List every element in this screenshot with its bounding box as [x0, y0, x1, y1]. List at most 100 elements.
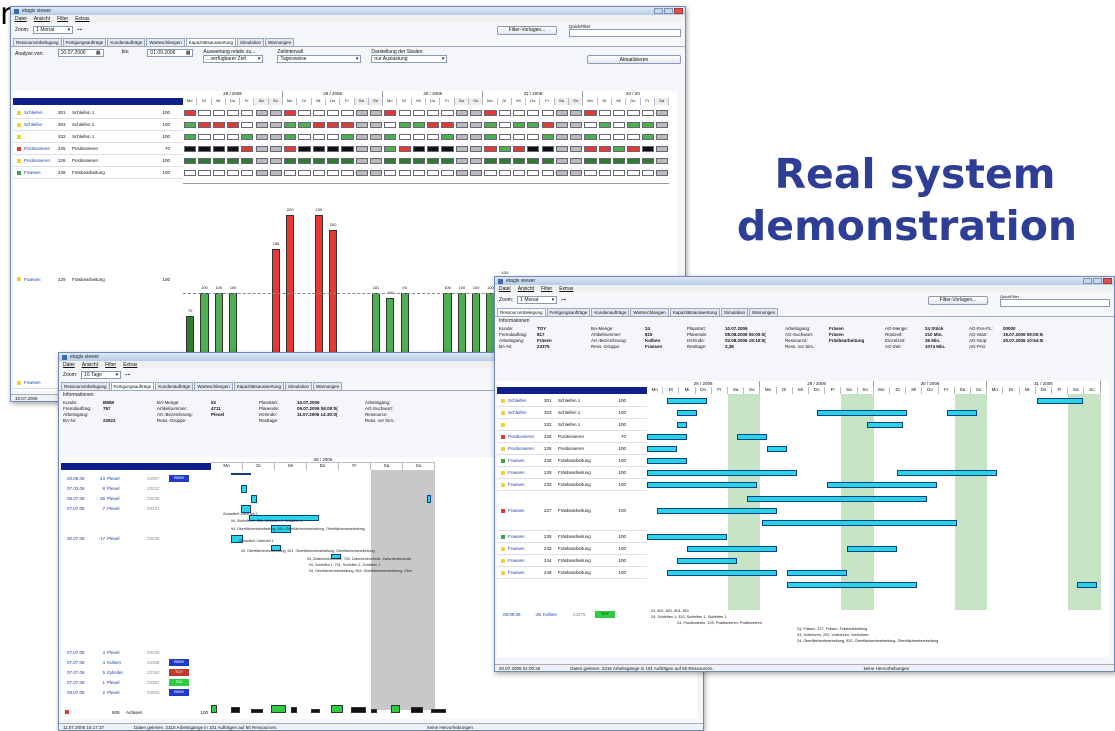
tab-warnungen[interactable]: Warnungen — [749, 308, 779, 316]
menu-extras[interactable]: Extras — [123, 362, 137, 368]
resource-row[interactable]: Fraesen 228 Fräsbearbeitung 100 — [13, 167, 183, 179]
menu-datei[interactable]: Datei — [63, 362, 75, 368]
resource-row[interactable]: Positionieren 226 Positionieren 100 — [497, 443, 647, 455]
tab-fertigungsauftraege[interactable]: Fertigungsaufträge — [62, 38, 107, 46]
link-icon[interactable]: ⊶ — [77, 27, 82, 33]
minimize-icon[interactable] — [654, 8, 663, 14]
resource-row[interactable]: Fraesen 228 Fräsbearbeitung 100 — [497, 455, 647, 467]
quickfilter-input[interactable] — [1000, 298, 1110, 307]
quickfilter-input[interactable] — [569, 28, 681, 37]
resource-row[interactable]: Fraesen 229 Fräsbearbeitung 100 — [497, 467, 647, 479]
resource-row[interactable]: Positionieren 225 Positionieren 70 — [13, 143, 183, 155]
resource-row[interactable]: Fraesen 235 Fräsbearbeitung 100 — [497, 531, 647, 543]
order-row[interactable]: 07.07.06 7 Pleuel 23241 — [61, 503, 211, 513]
maximize-icon[interactable] — [664, 8, 673, 14]
tab-simulation[interactable]: Simulation — [720, 308, 748, 316]
display-select[interactable]: nur Auslastung ▾ — [371, 55, 448, 63]
resource-row[interactable]: 332 Schleifen 1 100 — [13, 131, 183, 143]
menu-extras[interactable]: Extras — [559, 286, 573, 292]
to-date[interactable]: 01.09.2006 ▦ — [147, 49, 194, 57]
tab-fertigungsauftraege[interactable]: Fertigungsaufträge — [110, 382, 155, 390]
calendar-icon[interactable]: ▦ — [186, 50, 191, 56]
resource-row[interactable]: 509 Anfasen 100 — [61, 707, 211, 717]
menu-datei[interactable]: Datei — [15, 16, 27, 22]
order-row[interactable]: 09.09.06 -36 Kolben 23375 TOY — [497, 609, 647, 619]
order-row[interactable]: 30.07.06 -17 Pleuel 23238 — [61, 533, 211, 543]
tab-warnungen[interactable]: Warnungen — [313, 382, 343, 390]
capacity-cell — [369, 146, 383, 152]
close-icon[interactable] — [674, 8, 683, 14]
menu-extras[interactable]: Extras — [75, 16, 89, 22]
update-button[interactable]: Aktualisieren — [587, 55, 681, 64]
resource-row[interactable]: Fraesen 248 Fräsbearbeitung 100 — [497, 567, 647, 579]
tab-warteschlangen[interactable]: Warteschlangen — [194, 382, 233, 390]
zoom-select[interactable]: 1 Monat ▾ — [33, 26, 74, 34]
resource-capacity: 70 — [164, 146, 170, 151]
info-value: Fraesen — [645, 344, 663, 349]
resource-desc: Schleifen 1 — [558, 422, 581, 427]
interval-select[interactable]: Tagesweise ▾ — [277, 55, 362, 63]
maximize-icon[interactable] — [1093, 278, 1102, 284]
tab-kundenauftraege[interactable]: Kundenaufträge — [155, 382, 194, 390]
tab-kapazitaetsauswertung[interactable]: Kapazitätsauswertung — [233, 382, 284, 390]
order-row[interactable]: 07.07.06 5 Zylinder 22762 TOY — [61, 667, 211, 677]
resource-row[interactable]: 332 Schleifen 1 100 — [497, 419, 647, 431]
gantt-annotation: Zukaufteil: Lieferant 2 — [223, 512, 258, 516]
analysis-from-date[interactable]: 10.07.2006 ▦ — [57, 49, 104, 57]
order-row[interactable]: 07.07.06 1 Pleuel 23357 FAI — [61, 677, 211, 687]
order-row[interactable]: 05.07.06 38 Pleuel 23238 — [61, 493, 211, 503]
resource-row[interactable]: Positionieren 226 Positionieren 100 — [13, 155, 183, 167]
menu-datei[interactable]: Datei — [499, 286, 511, 292]
resource-row[interactable]: Fraesen 243 Fräsbearbeitung 100 — [497, 543, 647, 555]
menu-filter[interactable]: Filter — [541, 286, 552, 292]
title-bar: etagis viewer — [11, 7, 685, 15]
resource-row[interactable]: Fraesen 227 Fräsbearbeitung 100 — [497, 491, 647, 531]
close-icon[interactable] — [1103, 278, 1112, 284]
tab-kundenauftraege[interactable]: Kundenaufträge — [107, 38, 146, 46]
menu-ansicht[interactable]: Ansicht — [82, 362, 98, 368]
resource-row[interactable]: Schleifen 301 Schleifen 1 100 — [13, 107, 183, 119]
resource-row[interactable]: Fraesen 244 Fräsbearbeitung 100 — [497, 555, 647, 567]
capacity-cell — [655, 122, 669, 128]
order-row[interactable]: 07.03.06 8 Pleuel 23222 — [61, 483, 211, 493]
capacity-cell — [398, 122, 411, 128]
menu-filter[interactable]: Filter — [105, 362, 116, 368]
order-row[interactable]: 07.07.06 4 Pleuel 23225 — [61, 647, 211, 657]
tab-kundenauftraege[interactable]: Kundenaufträge — [591, 308, 630, 316]
resource-row[interactable]: Fraesen 229 Fräsbearbeitung 100 — [13, 273, 183, 285]
tab-ressourcenbelegung[interactable]: Ressourcenbelegung — [61, 382, 110, 390]
resource-row[interactable]: Positionieren 225 Positionieren 70 — [497, 431, 647, 443]
order-number: 23368 — [147, 659, 160, 665]
link-icon[interactable]: ⊶ — [561, 297, 566, 303]
calendar-icon[interactable]: ▦ — [96, 50, 101, 56]
tab-simulation[interactable]: Simulation — [284, 382, 312, 390]
menu-ansicht[interactable]: Ansicht — [518, 286, 534, 292]
filter-templates-button[interactable]: Filter-Vorlagen... — [928, 295, 988, 305]
tab-warteschlangen[interactable]: Warteschlangen — [630, 308, 669, 316]
menu-filter[interactable]: Filter — [57, 16, 68, 22]
tab-fertigungsauftraege[interactable]: Fertigungsaufträge — [546, 308, 591, 316]
filter-templates-button[interactable]: Filter-Vorlagen... — [497, 25, 557, 35]
eval-select[interactable]: ...verfügbarer Zeit ▾ — [203, 55, 264, 63]
tab-ressourcenbelegung[interactable]: Ressourcenbelegung — [497, 308, 546, 316]
link-icon[interactable]: ⊶ — [125, 372, 130, 378]
tab-simulation[interactable]: Simulation — [236, 38, 264, 46]
resource-row[interactable]: Schleifen 303 Schleifen 1 100 — [13, 119, 183, 131]
tab-kapazitaetsauswertung[interactable]: Kapazitätsauswertung — [669, 308, 720, 316]
menu-ansicht[interactable]: Ansicht — [34, 16, 50, 22]
minimize-icon[interactable] — [1083, 278, 1092, 284]
resource-row[interactable]: Schleifen 301 Schleifen 1 100 — [497, 395, 647, 407]
order-row[interactable]: 20.05.06 43 Pleuel 23097 BMW — [61, 473, 211, 483]
tab-kapazitaetsauswertung[interactable]: Kapazitätsauswertung — [185, 38, 236, 46]
resource-row[interactable]: Schleifen 303 Schleifen 1 100 — [497, 407, 647, 419]
zoom-select[interactable]: 16 Tage ▾ — [81, 371, 122, 379]
order-row[interactable]: 07.07.06 4 Kolben 23368 BMW — [61, 657, 211, 667]
capacity-cell — [384, 170, 397, 176]
tab-warteschlangen[interactable]: Warteschlangen — [146, 38, 185, 46]
zoom-select[interactable]: 1 Monat ▾ — [517, 296, 558, 304]
capacity-cell — [312, 158, 325, 164]
tab-ressourcenbelegung[interactable]: Ressourcenbelegung — [13, 38, 62, 46]
tab-warnungen[interactable]: Warnungen — [265, 38, 295, 46]
order-row[interactable]: 09.07.06 2 Pleuel 22922 BMW — [61, 687, 211, 697]
resource-row[interactable]: Fraesen 230 Fräsbearbeitung 100 — [497, 479, 647, 491]
